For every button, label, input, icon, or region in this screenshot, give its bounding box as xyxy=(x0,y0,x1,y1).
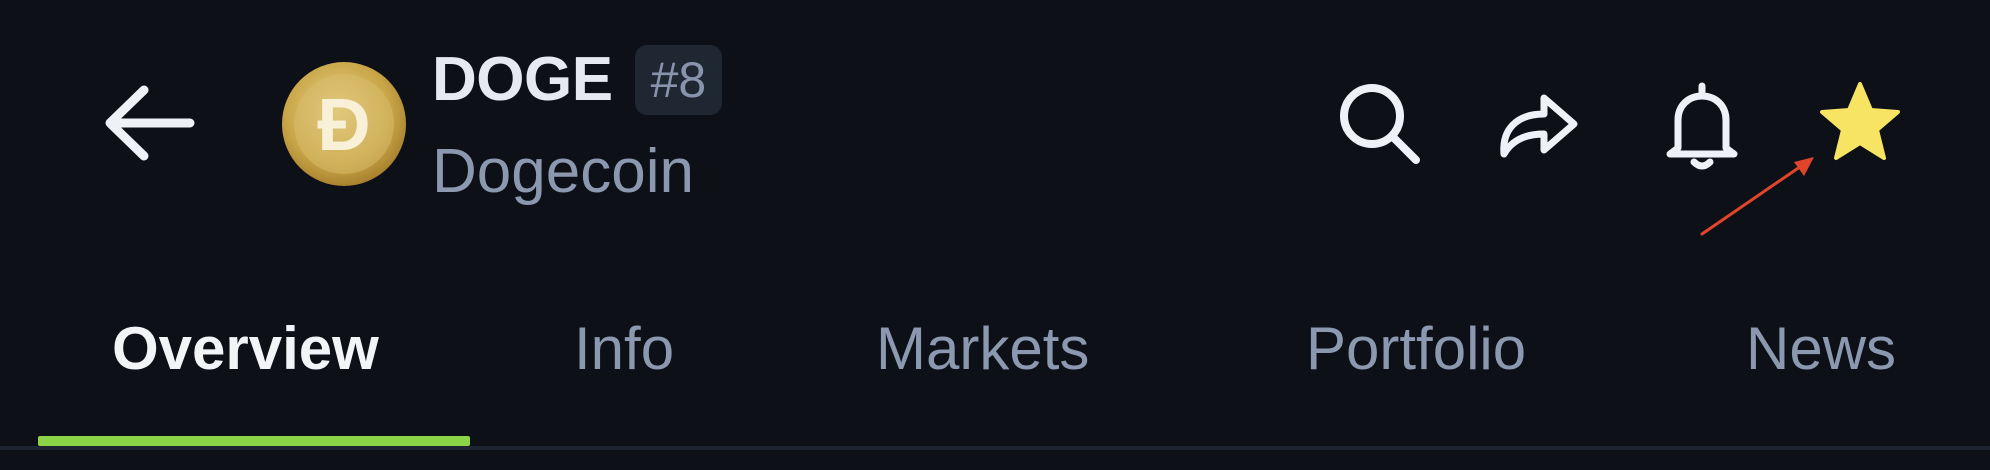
logo-letter: Ð xyxy=(317,83,370,166)
back-button[interactable] xyxy=(98,78,198,168)
share-icon xyxy=(1500,94,1578,158)
arrow-left-icon xyxy=(105,85,195,161)
tab-overview[interactable]: Overview xyxy=(112,314,379,384)
rank-badge: #8 xyxy=(634,45,723,115)
tab-portfolio[interactable]: Portfolio xyxy=(1306,314,1526,384)
tab-news[interactable]: News xyxy=(1746,314,1896,384)
active-tab-indicator xyxy=(38,436,470,446)
search-button[interactable] xyxy=(1332,76,1428,172)
tab-bar-divider xyxy=(0,446,1990,450)
search-icon xyxy=(1340,84,1420,164)
tab-info[interactable]: Info xyxy=(574,314,674,384)
coin-logo: Ð xyxy=(280,60,408,188)
coin-symbol: DOGE xyxy=(432,45,613,114)
coin-title-row: DOGE #8 xyxy=(432,44,723,116)
coin-full-name: Dogecoin xyxy=(432,137,694,206)
tab-bar: Overview Info Markets Portfolio News xyxy=(0,300,1990,450)
annotation-arrow xyxy=(1690,148,1830,248)
share-button[interactable] xyxy=(1490,76,1586,172)
coin-detail-header: Ð DOGE #8 Dogecoin Overview Info Markets… xyxy=(0,0,1990,470)
tab-markets[interactable]: Markets xyxy=(876,314,1089,384)
